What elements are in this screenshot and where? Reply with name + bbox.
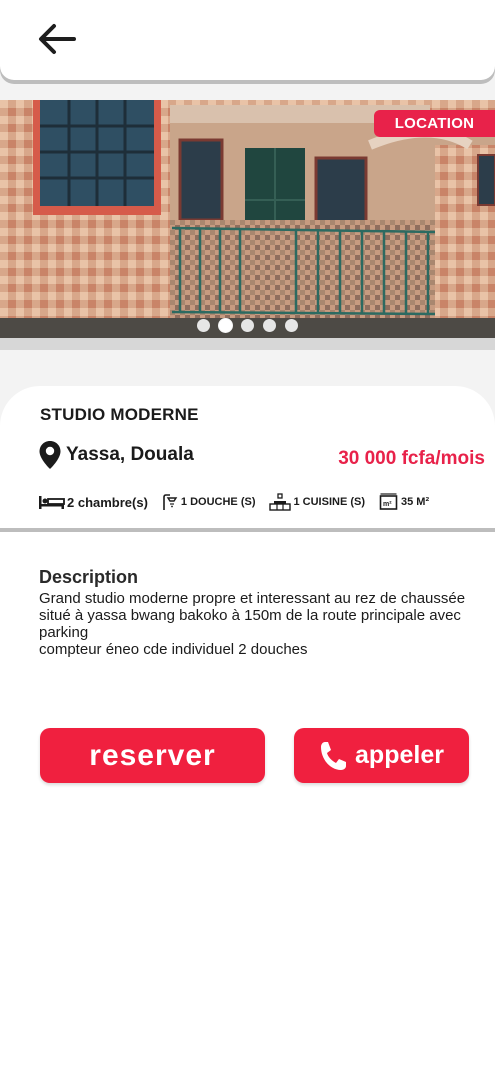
feature-showers: 1 DOUCHE (S)	[162, 493, 256, 511]
feature-kitchens: 1 CUISINE (S)	[269, 493, 365, 511]
pagination-dot-active[interactable]	[219, 319, 232, 332]
svg-text:m²: m²	[383, 501, 392, 508]
kitchen-icon	[269, 493, 292, 511]
feature-label: 1 DOUCHE (S)	[180, 496, 256, 508]
location-text: Yassa, Douala	[66, 444, 194, 465]
listing-title: STUDIO MODERNE	[40, 405, 199, 424]
area-icon: m²	[379, 493, 398, 510]
price: 30 000 fcfa/mois	[338, 448, 485, 469]
photo-pagination	[0, 319, 495, 335]
top-bar	[0, 0, 495, 80]
pagination-dot[interactable]	[197, 319, 210, 332]
feature-label: 1 CUISINE (S)	[293, 496, 365, 508]
gallery-separator	[0, 338, 495, 350]
back-button[interactable]	[34, 20, 80, 60]
pagination-dot[interactable]	[241, 319, 254, 332]
location-row: Yassa, Douala	[38, 440, 194, 470]
description-text: Grand studio moderne propre et interessa…	[39, 590, 466, 658]
section-divider	[0, 528, 495, 532]
feature-label: 35 M²	[401, 496, 430, 508]
phone-icon	[321, 741, 347, 770]
call-button-label: appeler	[355, 741, 444, 769]
arrow-left-icon	[39, 24, 76, 54]
listing-type-badge: LOCATION	[374, 110, 495, 137]
features-row: 2 chambre(s) 1 DOUCHE (S) 1 CUISINE (S) …	[38, 493, 478, 511]
feature-label: 2 chambre(s)	[67, 494, 148, 510]
reserve-button[interactable]: reserver	[40, 728, 265, 783]
shower-icon	[163, 493, 178, 510]
pagination-dot[interactable]	[285, 319, 298, 332]
description-heading: Description	[39, 567, 139, 587]
reserve-button-label: reserver	[89, 738, 216, 772]
feature-bedrooms: 2 chambre(s)	[38, 494, 148, 510]
location-pin-icon	[39, 441, 61, 469]
bed-icon	[39, 496, 65, 509]
pagination-dot[interactable]	[263, 319, 276, 332]
call-button[interactable]: appeler	[294, 728, 469, 783]
feature-area: m² 35 M²	[379, 493, 429, 511]
